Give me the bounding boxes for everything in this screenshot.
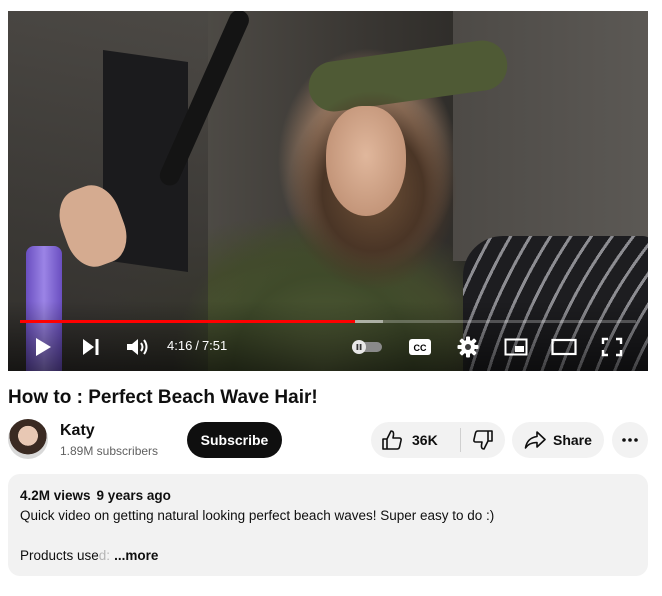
thumbs-up-icon: [382, 430, 402, 450]
description-text: Quick video on getting natural looking p…: [20, 508, 495, 523]
settings-button[interactable]: [455, 333, 481, 361]
autoplay-toggle-icon: [352, 340, 382, 354]
captions-icon: CC: [409, 339, 431, 355]
view-count: 4.2M views: [20, 488, 91, 503]
duration: 7:51: [201, 338, 228, 353]
like-count: 36K: [412, 432, 438, 448]
played-bar: [20, 320, 356, 323]
video-player[interactable]: 4:16/7:51 CC: [8, 11, 648, 371]
autoplay-toggle[interactable]: [350, 333, 384, 361]
upload-age: 9 years ago: [96, 488, 171, 503]
next-icon: [83, 339, 99, 355]
current-time: 4:16: [167, 338, 193, 353]
share-arrow-icon: [524, 431, 546, 449]
captions-button[interactable]: CC: [407, 333, 433, 361]
progress-bar[interactable]: [20, 320, 636, 323]
fullscreen-button[interactable]: [598, 333, 626, 361]
share-button[interactable]: Share: [512, 422, 604, 458]
volume-button[interactable]: [124, 333, 152, 361]
play-icon: [36, 338, 51, 356]
volume-icon: [127, 339, 148, 355]
miniplayer-icon: [504, 338, 528, 356]
description-box[interactable]: 4.2M views 9 years ago Quick video on get…: [8, 474, 648, 576]
fullscreen-icon: [601, 337, 623, 357]
like-button[interactable]: 36K: [371, 422, 450, 458]
thumbs-down-icon: [473, 430, 493, 450]
theater-icon: [551, 338, 577, 356]
miniplayer-button[interactable]: [502, 333, 530, 361]
view-meta: 4.2M views 9 years ago: [20, 488, 171, 503]
next-button[interactable]: [78, 333, 104, 361]
theater-mode-button[interactable]: [549, 333, 579, 361]
video-title: How to : Perfect Beach Wave Hair!: [8, 387, 318, 408]
products-text-fade: d:: [98, 548, 111, 563]
channel-name[interactable]: Katy: [60, 422, 95, 440]
subscribe-button[interactable]: Subscribe: [187, 422, 282, 458]
more-dots-icon: [622, 438, 638, 442]
channel-avatar[interactable]: [8, 419, 48, 459]
more-actions-button[interactable]: [612, 422, 648, 458]
dislike-button[interactable]: [461, 422, 505, 458]
like-dislike-group: 36K: [371, 422, 505, 458]
time-display: 4:16/7:51: [167, 338, 227, 353]
share-label: Share: [553, 432, 592, 448]
gear-icon: [457, 336, 479, 358]
products-text: Products use: [20, 548, 99, 563]
show-more-link[interactable]: ...more: [114, 548, 158, 563]
description-products: Products used: ...more: [20, 548, 158, 563]
time-separator: /: [195, 338, 199, 353]
subscriber-count: 1.89M subscribers: [60, 444, 159, 458]
play-button[interactable]: [30, 333, 56, 361]
cc-text: CC: [414, 343, 427, 353]
